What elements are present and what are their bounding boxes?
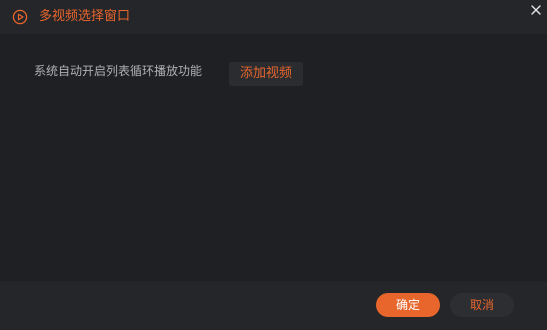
dialog-body: 系统自动开启列表循环播放功能 添加视频 [0, 34, 547, 281]
cancel-button[interactable]: 取消 [450, 293, 514, 317]
dialog-title: 多视频选择窗口 [39, 9, 131, 24]
add-video-button[interactable]: 添加视频 [229, 62, 303, 86]
title-bar: 多视频选择窗口 [0, 0, 547, 34]
loop-play-hint: 系统自动开启列表循环播放功能 [34, 64, 203, 78]
multi-video-select-dialog: 多视频选择窗口 系统自动开启列表循环播放功能 添加视频 确定 取消 [0, 0, 547, 330]
dialog-footer: 确定 取消 [0, 281, 547, 330]
close-icon[interactable] [526, 1, 546, 21]
play-circle-icon [12, 9, 28, 25]
ok-button[interactable]: 确定 [376, 293, 440, 317]
